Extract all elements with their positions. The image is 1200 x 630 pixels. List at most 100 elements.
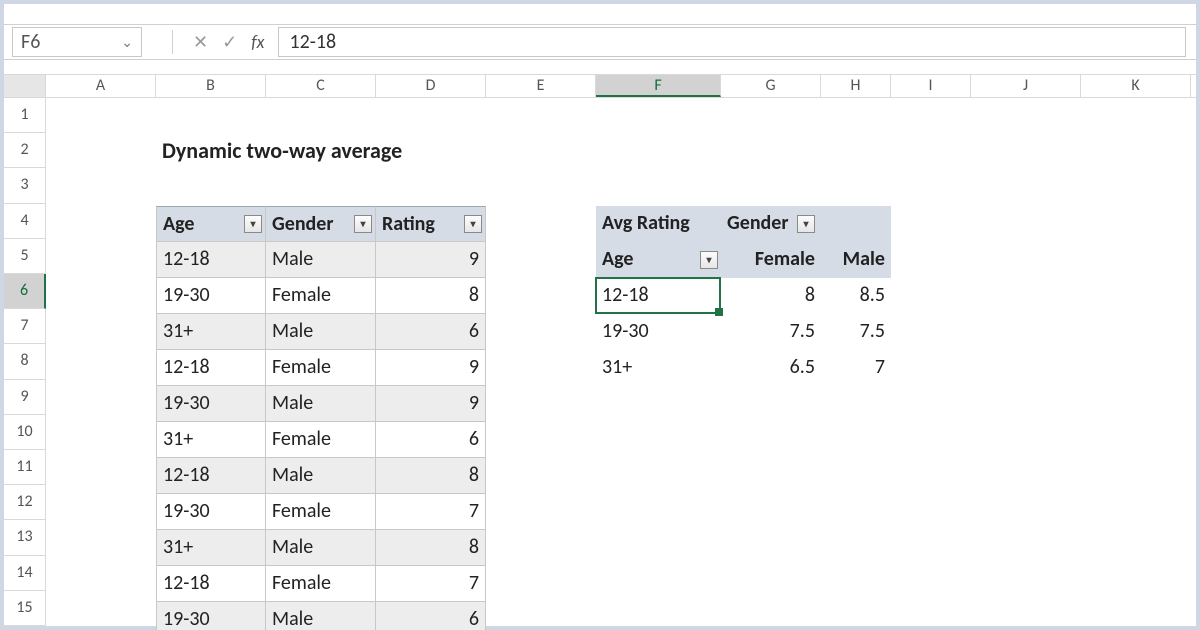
formula-input[interactable]: 12-18 (278, 27, 1186, 57)
table-cell[interactable]: Female (266, 494, 376, 530)
app-window: F6 ⌄ ✕ ✓ fx 12-18 ABCDEFGHIJK 1234567891… (0, 0, 1200, 630)
filter-button-icon[interactable]: ▾ (244, 215, 262, 233)
table-header[interactable]: Gender ▾ (266, 206, 376, 242)
pivot-row-label[interactable]: 19-30 (596, 314, 721, 350)
table-cell[interactable]: Female (266, 350, 376, 386)
table-cell[interactable]: 6 (376, 422, 486, 458)
table-cell[interactable]: Female (266, 566, 376, 602)
table-cell[interactable]: Male (266, 530, 376, 566)
row-header[interactable]: 15 (4, 591, 46, 626)
table-cell[interactable]: Male (266, 602, 376, 630)
row-header[interactable]: 2 (4, 133, 46, 168)
table-cell[interactable]: Male (266, 314, 376, 350)
table-cell[interactable]: 6 (376, 314, 486, 350)
pivot-col-header: Male (821, 242, 891, 278)
insert-function-button[interactable]: fx (251, 31, 264, 53)
row-header[interactable]: 8 (4, 344, 46, 379)
column-header[interactable]: J (971, 75, 1081, 97)
filter-button-icon[interactable]: ▾ (464, 215, 482, 233)
table-cell[interactable]: 31+ (156, 530, 266, 566)
name-box[interactable]: F6 ⌄ (12, 27, 142, 57)
pivot-row-label[interactable]: 12-18 (596, 278, 721, 314)
table-cell[interactable]: 19-30 (156, 278, 266, 314)
table-cell[interactable]: 9 (376, 386, 486, 422)
table-cell[interactable]: 31+ (156, 314, 266, 350)
table-header[interactable]: Rating ▾ (376, 206, 486, 242)
spreadsheet-grid[interactable]: 123456789101112131415 Dynamic two-way av… (4, 98, 1196, 626)
pivot-value[interactable]: 7.5 (721, 314, 821, 350)
table-cell[interactable]: 8 (376, 278, 486, 314)
name-box-value: F6 (21, 30, 40, 54)
table-cell[interactable]: 8 (376, 458, 486, 494)
table-header-label: Gender (272, 212, 333, 236)
pivot-value[interactable]: 8.5 (821, 278, 891, 314)
pivot-row-label[interactable]: 31+ (596, 350, 721, 386)
row-headers: 123456789101112131415 (4, 98, 46, 626)
column-header[interactable]: A (46, 75, 156, 97)
row-header[interactable]: 7 (4, 309, 46, 344)
table-cell[interactable]: 19-30 (156, 494, 266, 530)
column-header[interactable]: F (596, 75, 721, 97)
table-cell[interactable]: 9 (376, 242, 486, 278)
pivot-row-field[interactable]: Age ▾ (596, 242, 721, 278)
table-cell[interactable]: 19-30 (156, 386, 266, 422)
pivot-value[interactable]: 6.5 (721, 350, 821, 386)
table-cell[interactable]: 7 (376, 494, 486, 530)
column-header[interactable]: G (721, 75, 821, 97)
column-header[interactable]: E (486, 75, 596, 97)
cancel-formula-icon[interactable]: ✕ (193, 31, 208, 53)
column-headers: ABCDEFGHIJK (4, 74, 1196, 98)
formula-value: 12-18 (289, 30, 336, 54)
table-cell[interactable]: 19-30 (156, 602, 266, 630)
pivot-column-field-label: Gender (727, 211, 788, 235)
row-header[interactable]: 3 (4, 168, 46, 203)
filter-button-icon[interactable]: ▾ (797, 215, 815, 233)
table-header[interactable]: Age ▾ (156, 206, 266, 242)
table-cell[interactable]: 9 (376, 350, 486, 386)
row-header[interactable]: 14 (4, 556, 46, 591)
table-cell[interactable]: 7 (376, 566, 486, 602)
column-header[interactable]: H (821, 75, 891, 97)
row-header[interactable]: 4 (4, 204, 46, 239)
column-header[interactable]: B (156, 75, 266, 97)
table-cell[interactable]: 12-18 (156, 458, 266, 494)
table-cell[interactable]: 12-18 (156, 566, 266, 602)
filter-button-icon[interactable]: ▾ (354, 215, 372, 233)
filter-button-icon[interactable]: ▾ (700, 251, 718, 269)
table-cell[interactable]: 31+ (156, 422, 266, 458)
pivot-corner-label: Avg Rating (596, 206, 721, 242)
select-all-corner[interactable] (4, 75, 46, 97)
table-header-label: Rating (382, 212, 435, 236)
table-header-label: Age (163, 212, 194, 236)
table-cell[interactable]: Female (266, 422, 376, 458)
pivot-col-header: Female (721, 242, 821, 278)
row-header[interactable]: 9 (4, 380, 46, 415)
table-cell[interactable]: Male (266, 386, 376, 422)
table-cell[interactable]: 8 (376, 530, 486, 566)
page-title: Dynamic two-way average (156, 134, 486, 170)
table-cell[interactable]: 6 (376, 602, 486, 630)
cells-area[interactable]: Dynamic two-way average Age ▾ Gender ▾ R… (46, 98, 1196, 626)
column-header[interactable]: D (376, 75, 486, 97)
table-cell[interactable]: Female (266, 278, 376, 314)
table-cell[interactable]: Male (266, 458, 376, 494)
table-cell[interactable]: Male (266, 242, 376, 278)
row-header[interactable]: 12 (4, 485, 46, 520)
row-header[interactable]: 5 (4, 239, 46, 274)
row-header[interactable]: 10 (4, 415, 46, 450)
accept-formula-icon[interactable]: ✓ (222, 31, 237, 53)
column-header[interactable]: K (1081, 75, 1191, 97)
table-cell[interactable]: 12-18 (156, 242, 266, 278)
row-header[interactable]: 11 (4, 450, 46, 485)
row-header[interactable]: 1 (4, 98, 46, 133)
pivot-value[interactable]: 7.5 (821, 314, 891, 350)
column-header[interactable]: I (891, 75, 971, 97)
row-header[interactable]: 13 (4, 520, 46, 555)
column-header[interactable]: C (266, 75, 376, 97)
row-header[interactable]: 6 (4, 274, 46, 309)
chevron-down-icon[interactable]: ⌄ (121, 34, 133, 51)
pivot-column-field[interactable]: Gender ▾ (721, 206, 891, 242)
table-cell[interactable]: 12-18 (156, 350, 266, 386)
pivot-value[interactable]: 7 (821, 350, 891, 386)
pivot-value[interactable]: 8 (721, 278, 821, 314)
